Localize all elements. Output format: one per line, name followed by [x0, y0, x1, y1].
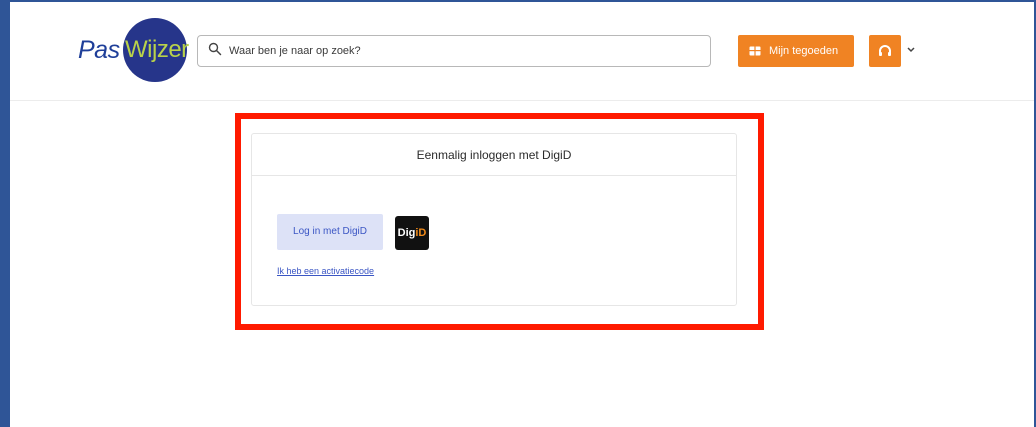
my-credits-button[interactable]: Mijn tegoeden: [738, 35, 854, 67]
digid-logo-accent: iD: [415, 227, 427, 239]
search-input[interactable]: Waar ben je naar op zoek?: [197, 35, 711, 67]
card-title: Eenmalig inloggen met DigiD: [252, 134, 736, 176]
search-placeholder: Waar ben je naar op zoek?: [229, 45, 361, 57]
logo-text-wijzer: Wijzer: [125, 36, 189, 63]
digid-logo-text: Dig: [397, 227, 416, 239]
digid-logo: DigiD: [395, 216, 429, 250]
search-icon: [208, 42, 222, 56]
activation-code-link[interactable]: Ik heb een activatiecode: [277, 266, 374, 276]
my-credits-label: Mijn tegoeden: [769, 45, 839, 57]
user-menu-button[interactable]: [869, 35, 901, 67]
headphones-icon: [879, 45, 891, 56]
login-digid-button[interactable]: Log in met DigiD: [277, 214, 383, 250]
logo-text-pas: Pas: [78, 36, 120, 64]
top-header: Pas Wijzer Waar ben je naar op zoek? Mij…: [10, 2, 1034, 101]
chevron-down-icon[interactable]: [906, 46, 916, 54]
digid-login-card: Eenmalig inloggen met DigiD Log in met D…: [251, 133, 737, 306]
paswijzer-logo[interactable]: Pas Wijzer: [78, 18, 189, 84]
wallet-icon: [749, 46, 761, 56]
